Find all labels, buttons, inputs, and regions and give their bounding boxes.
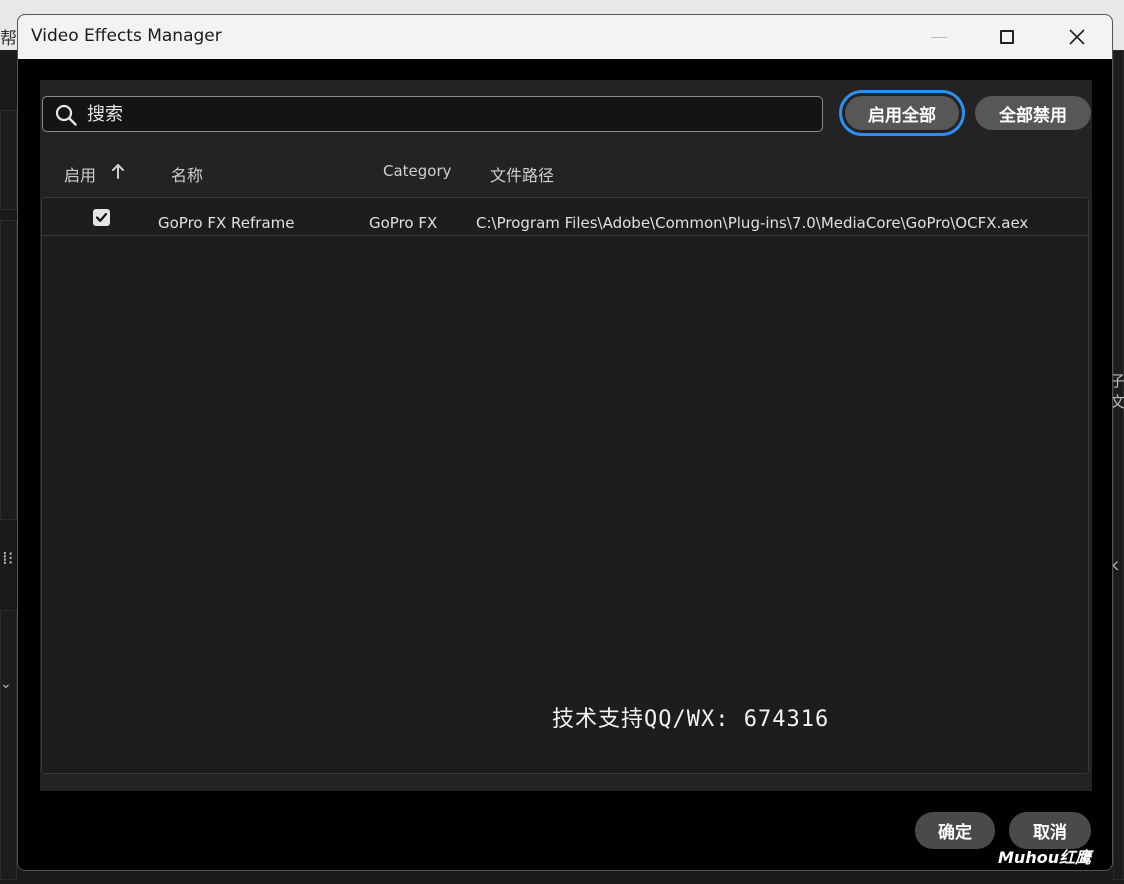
column-header-enabled[interactable]: 启用 [64, 162, 96, 186]
column-header-name[interactable]: 名称 [171, 162, 203, 186]
disable-all-button[interactable]: 全部禁用 [975, 96, 1091, 130]
search-input[interactable] [87, 101, 807, 127]
maximize-icon [1000, 30, 1014, 44]
minimize-button[interactable] [904, 15, 974, 59]
background-panel-left-2 [0, 220, 17, 520]
background-chevron-icon: ⌄ [0, 676, 12, 692]
column-header-category[interactable]: Category [383, 162, 452, 180]
effect-path: C:\Program Files\Adobe\Common\Plug-ins\7… [476, 214, 1029, 232]
checkmark-icon [95, 212, 108, 222]
search-icon [55, 104, 77, 126]
background-panel-left-3 [0, 610, 17, 880]
close-icon [1069, 29, 1085, 45]
maximize-button[interactable] [972, 15, 1042, 59]
support-watermark: 技术支持QQ/WX: 674316 [552, 707, 830, 732]
background-panel-right [1113, 50, 1124, 880]
dialog-content: 启用全部 全部禁用 启用 名称 Category 文件路径 GoPro FX R… [40, 80, 1092, 791]
minimize-icon [931, 36, 947, 38]
arrow-up-icon[interactable] [111, 163, 125, 179]
brand-watermark: Muhou红鹰 [998, 848, 1092, 867]
enable-all-button[interactable]: 启用全部 [839, 90, 965, 136]
close-button[interactable] [1042, 15, 1112, 59]
effect-name: GoPro FX Reframe [158, 214, 295, 232]
background-grid-icon: ⁞⁝ [2, 548, 14, 569]
search-box[interactable] [42, 96, 823, 132]
enable-all-label: 启用全部 [845, 96, 959, 130]
window-title: Video Effects Manager [31, 26, 222, 46]
effects-table: GoPro FX Reframe GoPro FX C:\Program Fil… [41, 197, 1089, 774]
table-row[interactable]: GoPro FX Reframe GoPro FX C:\Program Fil… [42, 198, 1088, 236]
video-effects-manager-dialog: Video Effects Manager 启用全部 全部禁用 启用 [17, 14, 1113, 871]
effect-category: GoPro FX [369, 214, 438, 232]
background-panel-left-1 [0, 110, 17, 210]
enabled-checkbox[interactable] [93, 209, 110, 226]
title-bar: Video Effects Manager [18, 15, 1112, 59]
ok-button[interactable]: 确定 [915, 812, 995, 849]
column-header-path[interactable]: 文件路径 [490, 162, 554, 186]
